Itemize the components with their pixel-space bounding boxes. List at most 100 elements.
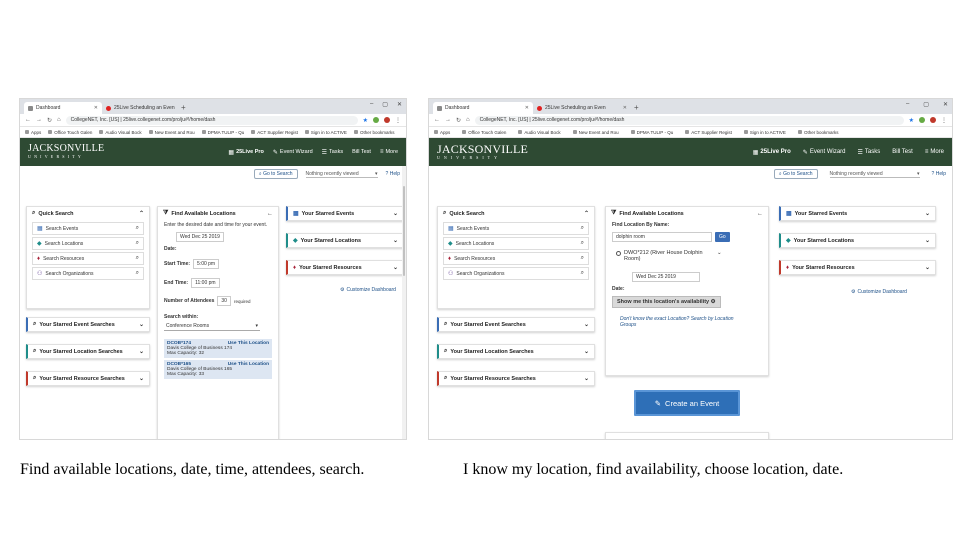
menu-more[interactable]: ≡ More [380, 149, 398, 155]
location-name-input[interactable]: dolphin room [612, 232, 712, 242]
menu-25live-pro[interactable]: ▦ 25Live Pro [228, 149, 264, 156]
bookmark-item[interactable]: New Event and Rou [572, 130, 619, 135]
more-menu-icon[interactable]: ⋮ [941, 117, 947, 124]
help-link[interactable]: ? Help [932, 171, 946, 177]
customize-dashboard-link[interactable]: ⚙ Customize Dashboard [851, 289, 936, 295]
extension-icon[interactable] [373, 117, 379, 123]
close-window-icon[interactable]: ✕ [397, 101, 402, 108]
start-time-field[interactable]: 5:00 pm [193, 259, 220, 269]
forward-icon[interactable]: → [445, 117, 451, 123]
recently-viewed-dropdown[interactable]: Nothing recently viewed ▾ [829, 171, 920, 178]
customize-dashboard-link[interactable]: ⚙ Customize Dashboard [340, 287, 404, 293]
close-icon[interactable]: ✕ [94, 105, 98, 111]
menu-bill-test[interactable]: Bill Test [892, 149, 913, 155]
url-field[interactable]: CollegeNET, Inc. [US] | 25live.collegene… [474, 115, 904, 125]
location-result[interactable]: DCOB*165 Use This Location Davis College … [164, 360, 272, 379]
attendees-field[interactable]: 30 [217, 296, 231, 306]
arrow-left-icon[interactable]: ← [267, 211, 273, 217]
create-event-button[interactable]: ✎ Create an Event [634, 390, 740, 416]
more-menu-icon[interactable]: ⋮ [395, 117, 401, 124]
new-tab-button[interactable]: + [634, 102, 639, 114]
back-icon[interactable]: ← [434, 117, 440, 123]
bookmark-item[interactable]: Audio Visual Bock [99, 130, 142, 135]
bookmark-star-icon[interactable]: ★ [909, 117, 914, 124]
use-location-link[interactable]: Use This Location [228, 362, 269, 367]
menu-25live-pro[interactable]: ▦ 25Live Pro [753, 149, 791, 156]
bookmark-item[interactable]: ACT Supplier Regist [685, 130, 732, 135]
search-events-item[interactable]: ▦ Search Events ⌕ [32, 222, 144, 235]
browser-tab-scheduling[interactable]: 25Live Scheduling an Even ✕ [102, 102, 178, 114]
minimize-icon[interactable]: – [906, 101, 909, 108]
profile-avatar-icon[interactable] [384, 117, 390, 123]
go-to-search-button[interactable]: ⌕ Go to Search [773, 169, 818, 179]
close-icon[interactable]: ✕ [525, 105, 529, 111]
bookmark-item[interactable]: DPMA TULIP - Qu [201, 130, 244, 135]
use-location-link[interactable]: Use This Location [228, 341, 269, 346]
date-field[interactable]: Wed Dec 25 2019 [632, 272, 700, 282]
starred-resources-panel[interactable]: ♦ Your Starred Resources ⌄ [286, 260, 404, 275]
university-logo[interactable]: JACKSONVILLE UNIVERSITY [437, 143, 528, 161]
browser-tab-dashboard[interactable]: Dashboard ✕ [433, 102, 533, 114]
close-icon[interactable]: ✕ [623, 105, 627, 111]
bookmark-item[interactable]: Office Touch Galen [48, 130, 92, 135]
menu-event-wizard[interactable]: ✎ Event Wizard [273, 149, 313, 156]
close-window-icon[interactable]: ✕ [943, 101, 948, 108]
help-link[interactable]: ? Help [386, 171, 400, 177]
minimize-icon[interactable]: – [370, 101, 373, 108]
radio-button[interactable] [616, 251, 621, 256]
bookmark-item[interactable]: Other bookmarks [797, 130, 838, 135]
date-field[interactable]: Wed Dec 25 2019 [176, 232, 224, 242]
bookmark-item[interactable]: Audio Visual Bock [518, 130, 561, 135]
bookmark-item[interactable]: Sign in to ACTIVE [743, 130, 786, 135]
menu-more[interactable]: ≡ More [925, 149, 944, 155]
quick-search-header[interactable]: ⌕ Quick Search ⌃ [27, 207, 149, 220]
search-locations-item[interactable]: ◆ Search Locations ⌕ [443, 237, 589, 250]
quick-search-header[interactable]: ⌕ Quick Search ⌃ [438, 207, 594, 220]
home-icon[interactable]: ⌂ [57, 117, 61, 123]
starred-resources-panel[interactable]: ♦ Your Starred Resources ⌄ [779, 260, 936, 275]
search-events-item[interactable]: ▦ Search Events ⌕ [443, 222, 589, 235]
bookmark-item[interactable]: DPMA TULIP - Qu [630, 130, 673, 135]
page-scrollbar[interactable] [402, 166, 406, 439]
location-option[interactable]: DWO*212 (River House Dolphin Room) ⌄ [606, 248, 768, 264]
browser-tab-scheduling[interactable]: 25Live Scheduling an Even ✕ [533, 102, 631, 114]
end-time-field[interactable]: 11:00 pm [191, 278, 220, 288]
starred-resource-searches-panel[interactable]: ⌕ Your Starred Resource Searches ⌄ [437, 371, 595, 386]
search-resources-item[interactable]: ♦ Search Resources ⌕ [32, 252, 144, 265]
location-result[interactable]: DCOB*174 Use This Location Davis College … [164, 339, 272, 358]
url-field[interactable]: CollegeNET, Inc. [US] | 25live.collegene… [65, 115, 358, 125]
arrow-left-icon[interactable]: ← [757, 211, 763, 217]
browser-tab-dashboard[interactable]: Dashboard ✕ [24, 102, 102, 114]
menu-tasks[interactable]: ☰ Tasks [322, 149, 343, 156]
university-logo[interactable]: JACKSONVILLE UNIVERSITY [28, 144, 104, 160]
go-to-search-button[interactable]: ⌕ Go to Search [253, 169, 298, 179]
search-organizations-item[interactable]: ⚇ Search Organizations ⌕ [443, 267, 589, 280]
maximize-icon[interactable]: ▢ [382, 101, 388, 108]
bookmark-item[interactable]: New Event and Rou [148, 130, 195, 135]
menu-tasks[interactable]: ☰ Tasks [858, 149, 881, 156]
forward-icon[interactable]: → [36, 117, 42, 123]
starred-location-searches-panel[interactable]: ⌕ Your Starred Location Searches ⌄ [26, 344, 150, 359]
reload-icon[interactable]: ↻ [47, 117, 52, 124]
bookmark-star-icon[interactable]: ★ [363, 117, 368, 124]
back-icon[interactable]: ← [25, 117, 31, 123]
bookmark-item[interactable]: Other bookmarks [353, 130, 394, 135]
starred-events-panel[interactable]: ▦ Your Starred Events ⌄ [779, 206, 936, 221]
bookmark-item[interactable]: Office Touch Galen [462, 130, 506, 135]
search-organizations-item[interactable]: ⚇ Search Organizations ⌕ [32, 267, 144, 280]
profile-avatar-icon[interactable] [930, 117, 936, 123]
menu-bill-test[interactable]: Bill Test [352, 149, 371, 155]
starred-event-searches-panel[interactable]: ⌕ Your Starred Event Searches ⌄ [437, 317, 595, 332]
extension-icon[interactable] [919, 117, 925, 123]
search-resources-item[interactable]: ♦ Search Resources ⌕ [443, 252, 589, 265]
bookmark-item[interactable]: Sign in to ACTIVE [304, 130, 347, 135]
starred-location-searches-panel[interactable]: ⌕ Your Starred Location Searches ⌄ [437, 344, 595, 359]
maximize-icon[interactable]: ▢ [923, 101, 929, 108]
starred-events-panel[interactable]: ▦ Your Starred Events ⌄ [286, 206, 404, 221]
bookmark-item[interactable]: Apps [434, 130, 450, 135]
starred-locations-panel[interactable]: ◆ Your Starred Locations ⌄ [286, 233, 404, 248]
go-button[interactable]: Go [715, 232, 730, 242]
starred-resource-searches-panel[interactable]: ⌕ Your Starred Resource Searches ⌄ [26, 371, 150, 386]
location-groups-link[interactable]: Don't know the exact Location? Search by… [620, 316, 750, 328]
search-locations-item[interactable]: ◆ Search Locations ⌕ [32, 237, 144, 250]
